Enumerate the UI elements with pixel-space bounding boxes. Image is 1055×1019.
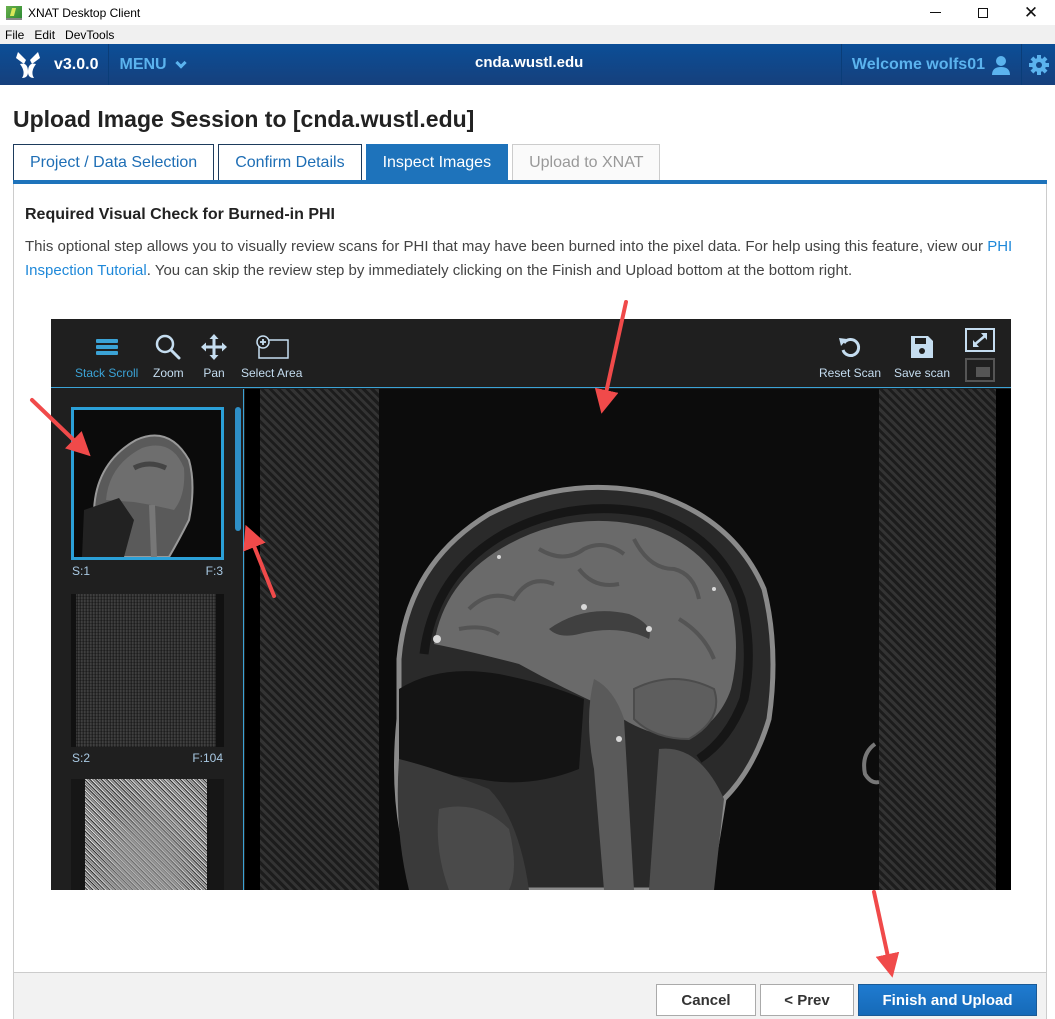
section-title: Required Visual Check for Burned-in PHI (25, 206, 335, 223)
section-description: This optional step allows you to visuall… (25, 235, 1030, 283)
thumb-frames-label: F:104 (192, 751, 223, 765)
maximize-icon (978, 7, 988, 18)
image-viewport[interactable] (245, 389, 1011, 890)
scan-thumbnail-image (71, 594, 224, 747)
select-area-tool[interactable]: Select Area (241, 333, 302, 380)
thumbnail-scrollbar[interactable] (235, 407, 241, 531)
desc-text-1: This optional step allows you to visuall… (25, 238, 988, 255)
select-area-icon (255, 335, 289, 359)
layout-icon (976, 367, 990, 377)
chevron-down-icon (174, 56, 187, 69)
stack-scroll-icon (95, 339, 118, 355)
menu-devtools[interactable]: DevTools (60, 28, 119, 42)
tab-inspect-images[interactable]: Inspect Images (365, 144, 509, 180)
tab-upload-to-xnat: Upload to XNAT (512, 144, 661, 180)
viewport-margin-right (879, 389, 996, 890)
page-title: Upload Image Session to [cnda.wustl.edu] (13, 106, 475, 132)
user-menu-button[interactable]: Welcome wolfs01 (840, 44, 1021, 85)
select-area-label: Select Area (241, 366, 303, 380)
save-scan-button[interactable]: Save scan (894, 333, 950, 380)
main-menu-label: MENU (119, 55, 167, 73)
menu-edit[interactable]: Edit (29, 28, 60, 42)
scan-thumbnail-image (71, 407, 224, 560)
scan-thumbnail-image (71, 779, 224, 890)
thumb-series-label: S:2 (72, 751, 91, 765)
zoom-icon (156, 334, 181, 360)
app-icon (6, 5, 22, 20)
close-button[interactable]: ✕ (1007, 0, 1055, 25)
reset-scan-button[interactable]: Reset Scan (819, 333, 881, 380)
viewer-toolbar: Stack Scroll Zoom Pan Select Area Reset … (51, 319, 1011, 388)
zoom-label: Zoom (153, 366, 184, 380)
inspect-panel: Required Visual Check for Burned-in PHI … (13, 184, 1047, 1019)
thumbnail-series-2[interactable]: S:2 F:104 (71, 594, 224, 765)
stack-scroll-label: Stack Scroll (75, 366, 139, 380)
thumb-frames-label: F:3 (205, 564, 223, 578)
viewport-margin-left (260, 389, 379, 890)
thumbnail-series-1[interactable]: S:1 F:3 (71, 407, 224, 578)
tab-project-data-selection[interactable]: Project / Data Selection (13, 144, 215, 180)
layout-toggle-button[interactable] (965, 358, 995, 382)
fullscreen-button[interactable] (965, 328, 995, 352)
expand-icon (973, 333, 987, 347)
app-navbar: v3.0.0 MENU cnda.wustl.edu Welcome wolfs… (0, 44, 1055, 85)
zoom-tool[interactable]: Zoom (153, 333, 184, 380)
app-version: v3.0.0 (54, 55, 99, 73)
close-icon: ✕ (1023, 2, 1039, 22)
reset-scan-label: Reset Scan (819, 366, 882, 380)
thumbnail-list[interactable]: S:1 F:3 S:2 F:104 (51, 389, 244, 890)
minimize-button[interactable] (911, 0, 959, 25)
user-icon (992, 55, 1010, 75)
xnat-logo-icon[interactable] (8, 44, 48, 85)
thumb-series-label: S:1 (72, 564, 91, 578)
save-scan-label: Save scan (894, 366, 951, 380)
main-menu-button[interactable]: MENU (119, 55, 187, 74)
welcome-text: Welcome wolfs01 (851, 55, 985, 73)
save-icon (911, 336, 934, 358)
window-title: XNAT Desktop Client (28, 5, 141, 20)
menu-file[interactable]: File (0, 28, 29, 42)
image-viewer: Stack Scroll Zoom Pan Select Area Reset … (51, 319, 1011, 890)
pan-icon (201, 334, 227, 360)
settings-button[interactable] (1021, 44, 1055, 85)
wizard-tabs: Project / Data Selection Confirm Details… (13, 144, 661, 180)
menubar: File Edit DevTools (0, 25, 1055, 44)
minimize-icon (929, 12, 941, 13)
gear-icon (1028, 54, 1049, 75)
window-titlebar: XNAT Desktop Client ✕ (0, 0, 1055, 25)
stack-scroll-tool[interactable]: Stack Scroll (75, 333, 138, 380)
maximize-button[interactable] (959, 0, 1007, 25)
cancel-button[interactable]: Cancel (656, 984, 756, 1016)
tab-confirm-details[interactable]: Confirm Details (218, 144, 362, 180)
mri-image (379, 389, 880, 890)
wizard-footer: Cancel < Prev Finish and Upload (13, 972, 1047, 1019)
server-name: cnda.wustl.edu (475, 54, 584, 71)
finish-and-upload-button[interactable]: Finish and Upload (858, 984, 1037, 1016)
thumbnail-series-3[interactable] (71, 779, 224, 890)
desc-text-2: . You can skip the review step by immedi… (146, 262, 853, 279)
pan-tool[interactable]: Pan (201, 333, 227, 380)
prev-button[interactable]: < Prev (760, 984, 854, 1016)
reset-icon (839, 338, 861, 357)
pan-label: Pan (203, 366, 225, 380)
